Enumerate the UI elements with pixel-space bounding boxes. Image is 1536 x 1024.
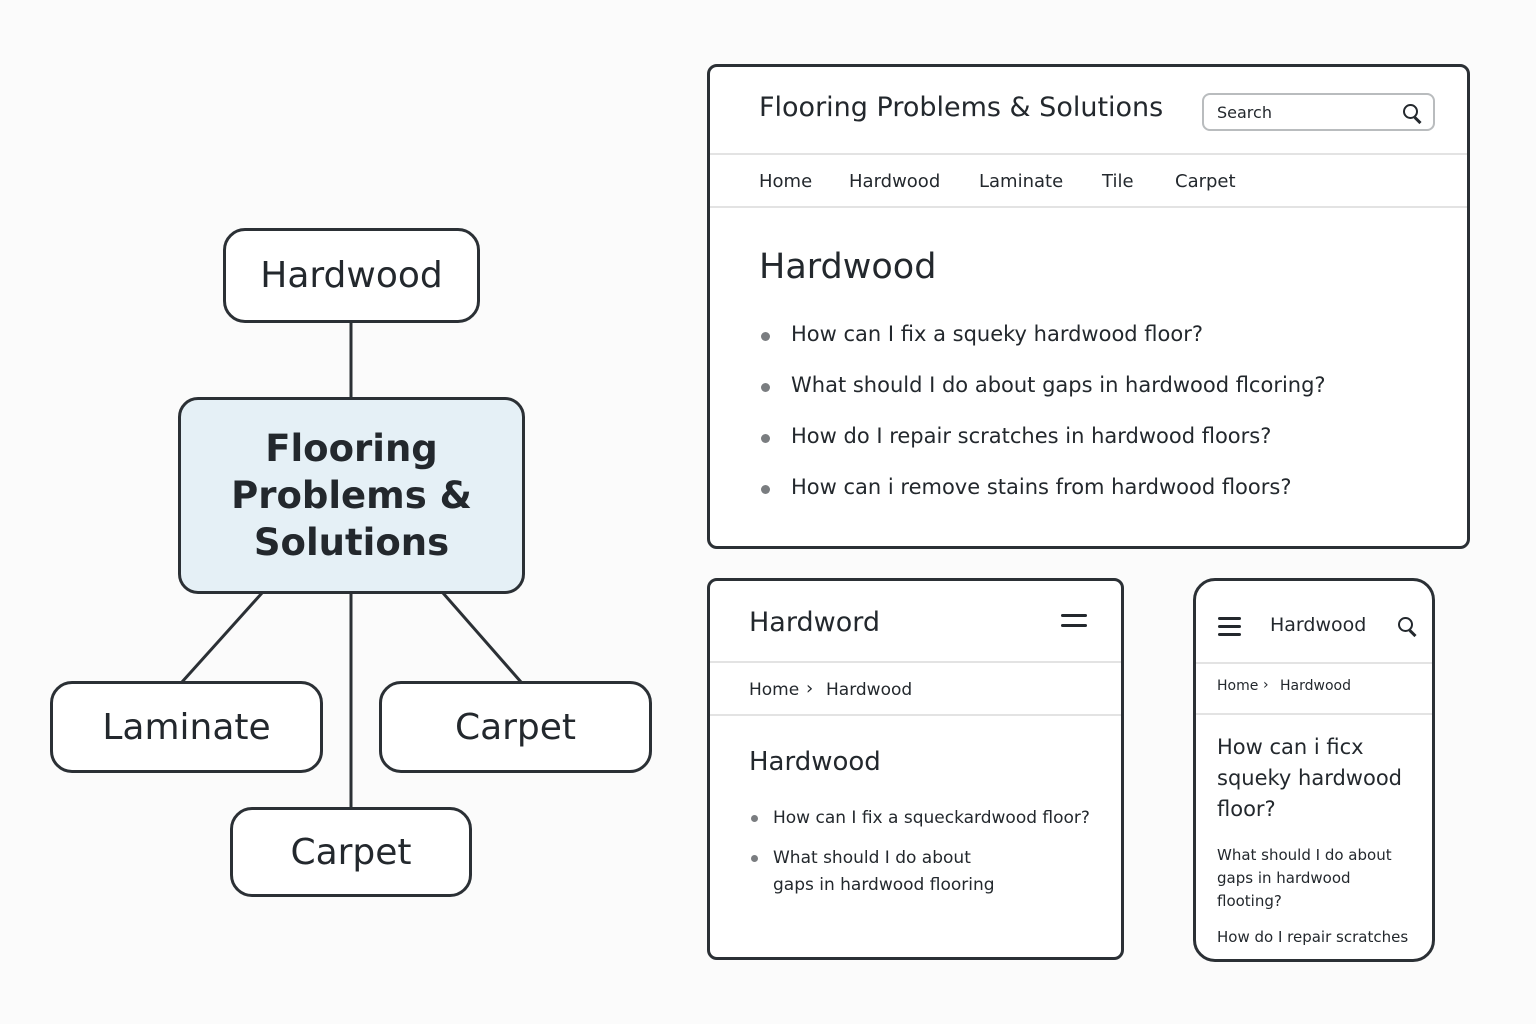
node-bottom-carpet: Carpet xyxy=(230,807,472,897)
node-top-hardwood: Hardwood xyxy=(223,228,480,323)
question-heading-line-3: floor? xyxy=(1217,797,1276,821)
answer-line-2: gaps in hardwood xyxy=(1217,869,1351,887)
tablet-title: Hardword xyxy=(749,607,880,638)
question-link[interactable]: What should I do about xyxy=(773,848,971,868)
center-line-3: Solutions xyxy=(253,521,450,564)
search-placeholder: Search xyxy=(1217,103,1272,122)
answer-line-3: flooting? xyxy=(1217,892,1282,910)
breadcrumb-home[interactable]: Home xyxy=(1217,678,1258,694)
breadcrumb-divider xyxy=(1196,713,1432,715)
answer-line-1: What should I do about xyxy=(1217,846,1392,864)
question-link[interactable]: What should I do about gaps in hardwood … xyxy=(791,373,1326,397)
header-divider xyxy=(1196,662,1432,664)
mobile-mockup: Hardwood Home › Hardwood How can i ficx … xyxy=(1193,578,1435,962)
header-divider xyxy=(710,661,1121,663)
center-line-2: Problems & xyxy=(231,474,472,517)
bullet xyxy=(761,434,770,443)
section-heading: Hardwood xyxy=(759,247,937,287)
bullet xyxy=(761,332,770,341)
nav-home[interactable]: Home xyxy=(759,171,812,192)
question-link[interactable]: How can i remove stains from hardwood fl… xyxy=(791,475,1291,499)
search-icon[interactable] xyxy=(1398,617,1418,637)
nav-tile[interactable]: Tile xyxy=(1102,171,1134,192)
node-center-flooring: Flooring Problems & Solutions xyxy=(178,397,525,594)
nav-laminate[interactable]: Laminate xyxy=(979,171,1063,192)
breadcrumb-home[interactable]: Home xyxy=(749,680,799,700)
question-link[interactable]: How do I repair scratches in hardwood fl… xyxy=(791,424,1271,448)
menu-icon[interactable] xyxy=(1061,614,1087,628)
breadcrumb-separator: › xyxy=(1263,677,1269,693)
node-left-laminate: Laminate xyxy=(50,681,323,773)
breadcrumb-current[interactable]: Hardwood xyxy=(1280,678,1351,694)
mobile-title: Hardwood xyxy=(1270,614,1367,636)
question-heading-line-2: squeky hardwood xyxy=(1217,766,1402,790)
site-title: Flooring Problems & Solutions xyxy=(759,92,1164,123)
bullet xyxy=(751,815,758,822)
next-question-link[interactable]: How do I repair scratches xyxy=(1217,928,1408,946)
desktop-mockup: Flooring Problems & Solutions Search Hom… xyxy=(707,64,1470,549)
breadcrumb-current[interactable]: Hardwood xyxy=(826,680,912,700)
question-link[interactable]: How can I fix a squeckardwood floor? xyxy=(773,808,1090,828)
node-right-carpet: Carpet xyxy=(379,681,652,773)
nav-hardwood[interactable]: Hardwood xyxy=(849,171,940,192)
question-link[interactable]: How can I fix a squeky hardwood floor? xyxy=(791,322,1203,346)
section-heading: Hardwood xyxy=(749,747,881,777)
tablet-mockup: Hardword Home › Hardwood Hardwood How ca… xyxy=(707,578,1124,960)
question-link-continued[interactable]: gaps in hardwood flooring xyxy=(773,875,995,895)
breadcrumb-separator: › xyxy=(806,678,814,699)
search-icon[interactable] xyxy=(1403,104,1423,124)
header-divider xyxy=(710,153,1467,155)
search-input[interactable]: Search xyxy=(1202,93,1435,131)
question-heading-line-1: How can i ficx xyxy=(1217,735,1364,759)
breadcrumb-divider xyxy=(710,714,1121,716)
menu-icon[interactable] xyxy=(1218,617,1241,637)
center-line-1: Flooring xyxy=(265,427,438,470)
bullet xyxy=(751,855,758,862)
nav-carpet[interactable]: Carpet xyxy=(1175,171,1236,192)
bullet xyxy=(761,485,770,494)
bullet xyxy=(761,383,770,392)
nav-divider xyxy=(710,206,1467,208)
